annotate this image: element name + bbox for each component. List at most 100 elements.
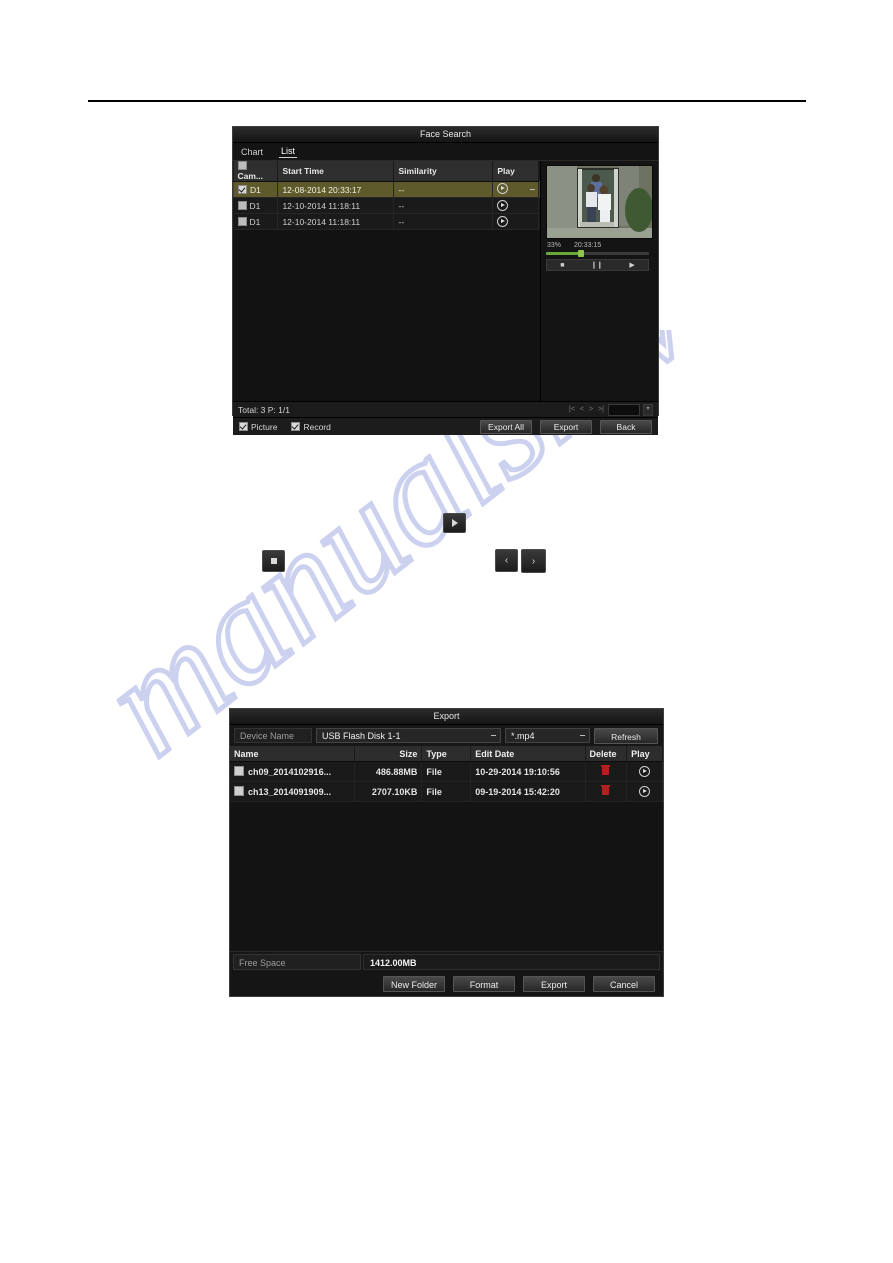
export-all-button[interactable]: Export All bbox=[480, 419, 532, 434]
preview-scene-icon bbox=[547, 166, 652, 238]
preview-progress-percent: 33% bbox=[547, 242, 562, 249]
cancel-button[interactable]: Cancel bbox=[593, 975, 655, 992]
free-space-value: 1412.00MB bbox=[363, 953, 660, 970]
preview-progress-slider[interactable] bbox=[546, 250, 649, 257]
column-header-name[interactable]: Name bbox=[230, 746, 356, 762]
pagination: |< < > >| ▾ bbox=[568, 403, 653, 416]
table-row[interactable]: ch13_2014091909... 2707.10KB File 09-19-… bbox=[230, 781, 663, 802]
row-camera-cell[interactable]: D1 bbox=[233, 197, 279, 214]
pager-next-button[interactable]: > bbox=[588, 406, 594, 413]
file-icon bbox=[234, 786, 244, 796]
file-delete-cell[interactable] bbox=[585, 781, 628, 802]
stop-button[interactable] bbox=[262, 550, 285, 572]
file-date-cell: 10-29-2014 19:10:56 bbox=[470, 761, 586, 782]
export-dialog: Export Device Name USB Flash Disk 1-1 *.… bbox=[229, 708, 664, 997]
slider-fill bbox=[546, 252, 580, 255]
record-checkbox-group[interactable]: Record bbox=[291, 421, 331, 432]
column-header-similarity[interactable]: Similarity bbox=[393, 161, 494, 182]
column-header-camera[interactable]: Cam... bbox=[233, 161, 279, 182]
column-header-size[interactable]: Size bbox=[354, 746, 423, 762]
row-similarity-cell: -- bbox=[393, 181, 494, 198]
table-row[interactable]: ch09_2014102916... 486.88MB File 10-29-2… bbox=[230, 761, 663, 782]
record-checkbox[interactable] bbox=[291, 421, 301, 431]
play-icon[interactable] bbox=[497, 215, 509, 227]
play-icon[interactable] bbox=[639, 785, 651, 797]
select-all-checkbox[interactable] bbox=[237, 161, 247, 170]
page-number-input[interactable] bbox=[608, 403, 640, 416]
stop-icon bbox=[270, 558, 277, 564]
file-list-empty-area bbox=[230, 802, 663, 952]
results-table: Cam... Start Time Similarity Play D1 12-… bbox=[233, 161, 540, 230]
table-header-row: Name Size Type Edit Date Delete Play bbox=[230, 746, 663, 762]
chevron-right-icon: › bbox=[531, 555, 536, 567]
trash-icon[interactable] bbox=[601, 764, 611, 775]
picture-label: Picture bbox=[251, 421, 278, 432]
row-camera-cell[interactable]: D1 bbox=[233, 213, 279, 230]
row-similarity-cell: -- bbox=[393, 197, 494, 214]
pager-first-button[interactable]: |< bbox=[568, 406, 576, 413]
picture-checkbox[interactable] bbox=[239, 421, 248, 431]
row-checkbox[interactable] bbox=[237, 216, 247, 226]
refresh-button[interactable]: Refresh bbox=[594, 727, 658, 744]
file-play-cell[interactable] bbox=[626, 781, 663, 802]
free-space-label: Free Space bbox=[233, 953, 361, 970]
results-panel: Cam... Start Time Similarity Play D1 12-… bbox=[233, 161, 541, 401]
file-date-cell: 09-19-2014 15:42:20 bbox=[470, 781, 586, 802]
play-icon[interactable] bbox=[497, 199, 509, 211]
preview-image bbox=[546, 165, 653, 239]
table-header-row: Cam... Start Time Similarity Play bbox=[233, 161, 540, 182]
stop-icon[interactable]: ■ bbox=[560, 262, 564, 269]
play-button[interactable] bbox=[443, 513, 466, 533]
dialog-title: Export bbox=[230, 709, 663, 725]
tab-chart[interactable]: Chart bbox=[239, 146, 265, 158]
trash-icon[interactable] bbox=[601, 784, 611, 795]
record-label: Record bbox=[303, 421, 331, 432]
dialog-footer: Picture Record Export All Export Back bbox=[233, 417, 658, 435]
chevron-left-icon: ‹ bbox=[504, 555, 509, 566]
file-delete-cell[interactable] bbox=[585, 761, 628, 782]
file-name-cell[interactable]: ch13_2014091909... bbox=[230, 781, 356, 802]
row-camera-cell[interactable]: D1 bbox=[233, 181, 279, 198]
row-start-time-cell: 12-08-2014 20:33:17 bbox=[277, 181, 395, 198]
file-name-cell[interactable]: ch09_2014102916... bbox=[230, 761, 356, 782]
column-header-play[interactable]: Play bbox=[492, 161, 539, 182]
export-footer: New Folder Format Export Cancel bbox=[230, 971, 663, 996]
export-options: Picture Record bbox=[239, 421, 331, 432]
face-search-dialog: Face Search Chart List Cam... Start Time… bbox=[232, 126, 659, 435]
device-select[interactable]: USB Flash Disk 1-1 bbox=[316, 728, 501, 743]
column-header-start-time[interactable]: Start Time bbox=[277, 161, 395, 182]
table-row[interactable]: D1 12-08-2014 20:33:17 -- bbox=[233, 181, 540, 198]
preview-panel: 33% 20:33:15 ■ ❙❙ ▶ bbox=[541, 161, 658, 401]
play-icon[interactable] bbox=[639, 765, 651, 777]
tab-list[interactable]: List bbox=[279, 145, 298, 158]
picture-checkbox-group[interactable]: Picture bbox=[239, 421, 278, 432]
page-dropdown-icon[interactable]: ▾ bbox=[643, 403, 653, 416]
table-row[interactable]: D1 12-10-2014 11:18:11 -- bbox=[233, 213, 540, 230]
pager-prev-button[interactable]: < bbox=[579, 406, 585, 413]
format-button[interactable]: Format bbox=[453, 975, 515, 992]
file-table: Name Size Type Edit Date Delete Play ch0… bbox=[230, 746, 663, 802]
filetype-select[interactable]: *.mp4 bbox=[505, 728, 590, 743]
new-folder-button[interactable]: New Folder bbox=[383, 975, 445, 992]
play-icon[interactable] bbox=[497, 182, 509, 194]
row-play-cell[interactable] bbox=[492, 181, 539, 198]
column-header-type[interactable]: Type bbox=[421, 746, 472, 762]
row-checkbox[interactable] bbox=[238, 184, 247, 194]
pager-last-button[interactable]: >| bbox=[597, 406, 605, 413]
row-start-time-cell: 12-10-2014 11:18:11 bbox=[277, 197, 395, 214]
export-button[interactable]: Export bbox=[523, 975, 585, 992]
slider-knob[interactable] bbox=[577, 250, 584, 257]
export-button[interactable]: Export bbox=[540, 419, 592, 434]
column-header-edit-date[interactable]: Edit Date bbox=[470, 746, 586, 762]
table-row[interactable]: D1 12-10-2014 11:18:11 -- bbox=[233, 197, 540, 214]
file-type-cell: File bbox=[421, 781, 472, 802]
next-frame-icon[interactable]: ▶ bbox=[629, 261, 634, 269]
pause-icon[interactable]: ❙❙ bbox=[591, 261, 603, 269]
row-play-cell[interactable] bbox=[492, 213, 539, 230]
back-button[interactable]: Back bbox=[600, 419, 652, 434]
row-checkbox[interactable] bbox=[237, 200, 247, 210]
row-play-cell[interactable] bbox=[492, 197, 539, 214]
previous-button[interactable]: ‹ bbox=[495, 549, 518, 572]
next-button[interactable]: › bbox=[521, 549, 546, 573]
file-play-cell[interactable] bbox=[626, 761, 663, 782]
